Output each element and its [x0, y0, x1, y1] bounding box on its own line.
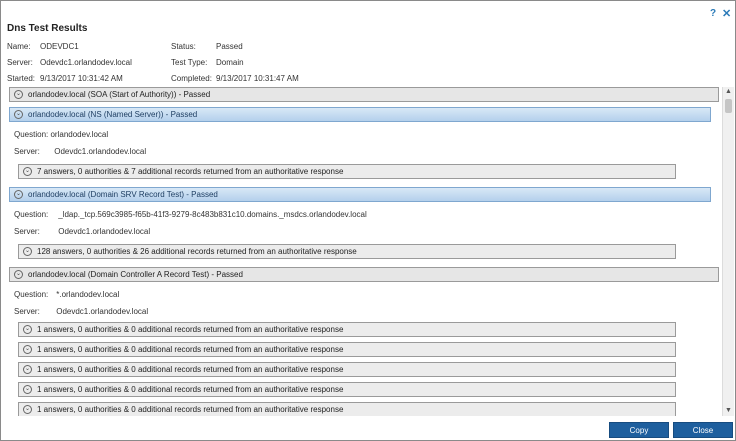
- question-label: Question:: [14, 290, 49, 299]
- server-value: Odevdc1.orlandodev.local: [58, 227, 151, 236]
- server-row: Server: Odevdc1.orlandodev.local: [14, 227, 150, 236]
- result-label: 1 answers, 0 authorities & 0 additional …: [37, 345, 344, 354]
- server-value: Odevdc1.orlandodev.local: [54, 147, 147, 156]
- result-label: 7 answers, 0 authorities & 7 additional …: [37, 167, 344, 176]
- server-label: Server:: [7, 58, 33, 67]
- chevron-up-icon: ⌄: [14, 110, 23, 119]
- question-value: *.orlandodev.local: [56, 290, 120, 299]
- completed-label: Completed:: [171, 74, 212, 83]
- server-value: Odevdc1.orlandodev.local: [56, 307, 149, 316]
- result-label: 1 answers, 0 authorities & 0 additional …: [37, 325, 344, 334]
- section-label: orlandodev.local (Domain Controller A Re…: [28, 270, 243, 279]
- status-value: Passed: [216, 42, 243, 51]
- result-label: 1 answers, 0 authorities & 0 additional …: [37, 365, 344, 374]
- test-type-label: Test Type:: [171, 58, 208, 67]
- close-icon[interactable]: ✕: [722, 7, 731, 20]
- result-row[interactable]: ⌄ 7 answers, 0 authorities & 7 additiona…: [18, 164, 676, 179]
- server-value: Odevdc1.orlandodev.local: [40, 58, 132, 67]
- vertical-scrollbar[interactable]: ▲ ▼: [722, 87, 734, 416]
- result-label: 128 answers, 0 authorities & 26 addition…: [37, 247, 357, 256]
- close-button[interactable]: Close: [673, 422, 733, 438]
- section-label: orlandodev.local (Domain SRV Record Test…: [28, 190, 218, 199]
- result-row[interactable]: ⌄ 128 answers, 0 authorities & 26 additi…: [18, 244, 676, 259]
- scroll-down-icon[interactable]: ▼: [724, 406, 733, 416]
- section-header-a-record[interactable]: ⌄ orlandodev.local (Domain Controller A …: [9, 267, 719, 282]
- chevron-up-icon: ⌄: [14, 190, 23, 199]
- dialog-window: Dns Test Results ? ✕ Name: ODEVDC1 Serve…: [0, 0, 736, 441]
- section-header-soa[interactable]: ⌄ orlandodev.local (SOA (Start of Author…: [9, 87, 719, 102]
- completed-value: 9/13/2017 10:31:47 AM: [216, 74, 299, 83]
- chevron-up-icon: ⌄: [14, 270, 23, 279]
- server-row: Server: Odevdc1.orlandodev.local: [14, 147, 146, 156]
- test-type-value: Domain: [216, 58, 244, 67]
- section-header-ns[interactable]: ⌄ orlandodev.local (NS (Named Server)) -…: [9, 107, 711, 122]
- question-value: orlandodev.local: [50, 130, 109, 139]
- question-value: _ldap._tcp.569c3985-f65b-41f3-9279-8c483…: [58, 210, 367, 219]
- question-label: Question:: [14, 130, 49, 139]
- question-row: Question: _ldap._tcp.569c3985-f65b-41f3-…: [14, 210, 367, 219]
- help-icon[interactable]: ?: [710, 8, 716, 19]
- result-row[interactable]: ⌄ 1 answers, 0 authorities & 0 additiona…: [18, 322, 676, 337]
- scroll-up-icon[interactable]: ▲: [724, 87, 733, 97]
- result-row[interactable]: ⌄ 1 answers, 0 authorities & 0 additiona…: [18, 362, 676, 377]
- section-header-srv[interactable]: ⌄ orlandodev.local (Domain SRV Record Te…: [9, 187, 711, 202]
- question-row: Question: orlandodev.local: [14, 130, 108, 139]
- chevron-down-icon: ⌄: [23, 167, 32, 176]
- results-panel: ⌄ orlandodev.local (SOA (Start of Author…: [9, 87, 722, 416]
- status-label: Status:: [171, 42, 196, 51]
- scroll-thumb[interactable]: [725, 99, 732, 113]
- server-row: Server: Odevdc1.orlandodev.local: [14, 307, 148, 316]
- name-label: Name:: [7, 42, 31, 51]
- chevron-down-icon: ⌄: [23, 345, 32, 354]
- result-row[interactable]: ⌄ 1 answers, 0 authorities & 0 additiona…: [18, 402, 676, 416]
- copy-button[interactable]: Copy: [609, 422, 669, 438]
- server-label: Server:: [14, 147, 40, 156]
- chevron-down-icon: ⌄: [23, 247, 32, 256]
- server-label: Server:: [14, 227, 40, 236]
- chevron-down-icon: ⌄: [23, 325, 32, 334]
- chevron-down-icon: ⌄: [23, 365, 32, 374]
- question-label: Question:: [14, 210, 49, 219]
- started-value: 9/13/2017 10:31:42 AM: [40, 74, 123, 83]
- page-title: Dns Test Results: [7, 23, 88, 34]
- section-label: orlandodev.local (NS (Named Server)) - P…: [28, 110, 198, 119]
- chevron-down-icon: ⌄: [23, 385, 32, 394]
- started-label: Started:: [7, 74, 36, 83]
- section-label: orlandodev.local (SOA (Start of Authorit…: [28, 90, 211, 99]
- name-value: ODEVDC1: [40, 42, 79, 51]
- question-row: Question: *.orlandodev.local: [14, 290, 119, 299]
- result-row[interactable]: ⌄ 1 answers, 0 authorities & 0 additiona…: [18, 382, 676, 397]
- result-label: 1 answers, 0 authorities & 0 additional …: [37, 405, 344, 414]
- result-row[interactable]: ⌄ 1 answers, 0 authorities & 0 additiona…: [18, 342, 676, 357]
- chevron-down-icon: ⌄: [14, 90, 23, 99]
- result-label: 1 answers, 0 authorities & 0 additional …: [37, 385, 344, 394]
- chevron-down-icon: ⌄: [23, 405, 32, 414]
- server-label: Server:: [14, 307, 40, 316]
